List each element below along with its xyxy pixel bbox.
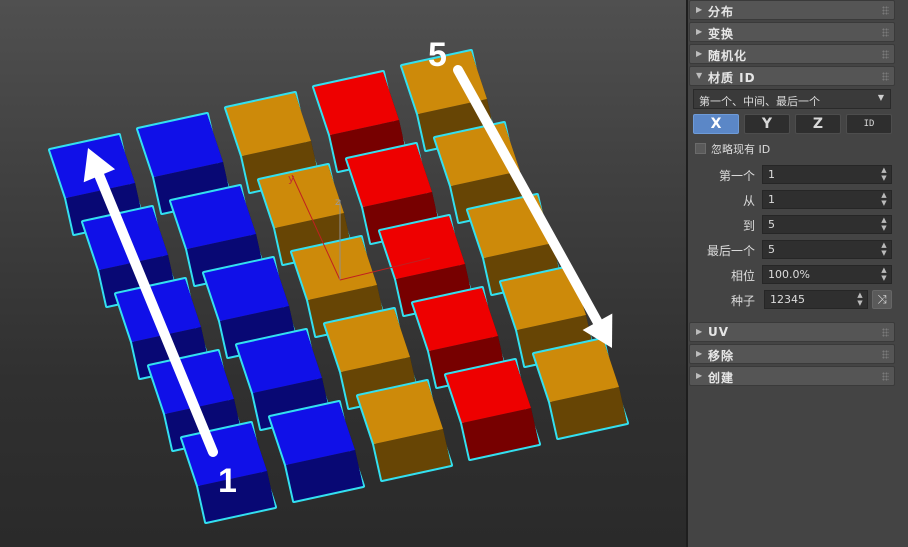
spinner-arrows-icon[interactable]: ▲ ▼ [880, 166, 888, 182]
rollout-title: UV [708, 325, 730, 339]
grip-icon [882, 350, 889, 359]
grip-icon [882, 328, 889, 337]
rollout-collapse-icon: ▶ [696, 27, 703, 36]
phase-value: 100.0% [768, 268, 810, 281]
gizmo-z-label: z [335, 197, 340, 208]
last-spinner[interactable]: 5 ▲ ▼ [762, 240, 892, 259]
rollout-collapse-icon: ▶ [696, 49, 703, 58]
grip-icon [882, 28, 889, 37]
rollout-expand-icon: ▼ [696, 71, 703, 80]
rollout-transform[interactable]: ▶ 变换 [689, 22, 895, 42]
label-end: 5 [428, 36, 447, 74]
axis-id-button[interactable]: ID [846, 114, 892, 134]
seed-label: 种子 [730, 294, 755, 308]
grip-icon [882, 6, 889, 15]
first-label: 第一个 [718, 169, 755, 183]
grip-icon [882, 50, 889, 59]
from-label: 从 [742, 194, 755, 208]
rollout-create[interactable]: ▶ 创建 [689, 366, 895, 386]
grip-icon [882, 372, 889, 381]
rollout-title: 分布 [708, 5, 735, 19]
to-value: 5 [768, 218, 775, 231]
rollout-collapse-icon: ▶ [696, 5, 703, 14]
material-id-body: 第一个、中间、最后一个 ▼ X Y Z ID 忽略现有 ID 第一个 1 ▲ ▼ … [689, 85, 895, 317]
mode-dropdown[interactable]: 第一个、中间、最后一个 ▼ [693, 89, 891, 109]
rollout-distribute[interactable]: ▶ 分布 [689, 0, 895, 20]
rollout-material-id[interactable]: ▼ 材质 ID [689, 66, 895, 86]
rollout-randomize[interactable]: ▶ 随机化 [689, 44, 895, 64]
rollout-collapse-icon: ▶ [696, 371, 703, 380]
axis-x-button[interactable]: X [693, 114, 739, 134]
seed-spinner[interactable]: 12345 ▲ ▼ [764, 290, 868, 309]
spinner-arrows-icon[interactable]: ▲ ▼ [880, 266, 888, 282]
rollout-title: 变换 [708, 27, 735, 41]
spinner-arrows-icon[interactable]: ▲ ▼ [856, 291, 864, 307]
cube [532, 337, 629, 440]
rollout-title: 随机化 [708, 49, 748, 63]
viewport[interactable]: y z 1 5 [0, 0, 686, 547]
from-spinner[interactable]: 1 ▲ ▼ [762, 190, 892, 209]
rollout-collapse-icon: ▶ [696, 349, 703, 358]
ignore-id-checkbox[interactable] [695, 143, 706, 154]
rollout-uv[interactable]: ▶ UV [689, 322, 895, 342]
gizmo-y-label: y [288, 172, 295, 185]
phase-label: 相位 [730, 269, 755, 283]
cube [356, 379, 453, 482]
grip-icon [882, 72, 889, 81]
label-start: 1 [218, 462, 237, 500]
phase-spinner[interactable]: 100.0% ▲ ▼ [762, 265, 892, 284]
rollout-title: 材质 ID [708, 71, 756, 85]
rollout-remove[interactable]: ▶ 移除 [689, 344, 895, 364]
ignore-id-label: 忽略现有 ID [711, 143, 771, 156]
mode-value: 第一个、中间、最后一个 [699, 95, 820, 108]
rollout-title: 移除 [708, 349, 735, 363]
chevron-down-icon: ▼ [877, 93, 884, 102]
command-panel: ▶ 分布 ▶ 变换 ▶ 随机化 ▼ 材质 ID 第一个、中间、最后一个 ▼ X … [688, 0, 908, 547]
spinner-arrows-icon[interactable]: ▲ ▼ [880, 241, 888, 257]
rollout-collapse-icon: ▶ [696, 327, 703, 336]
shuffle-seed-button[interactable]: ⤨ [872, 290, 892, 309]
from-value: 1 [768, 193, 775, 206]
last-value: 5 [768, 243, 775, 256]
spinner-arrows-icon[interactable]: ▲ ▼ [880, 216, 888, 232]
shuffle-icon: ⤨ [877, 292, 887, 306]
axis-z-button[interactable]: Z [795, 114, 841, 134]
seed-value: 12345 [770, 293, 805, 306]
first-value: 1 [768, 168, 775, 181]
cube [268, 400, 365, 503]
viewport-scene: y z 1 5 [48, 36, 629, 524]
first-spinner[interactable]: 1 ▲ ▼ [762, 165, 892, 184]
rollout-title: 创建 [708, 371, 735, 385]
cube [444, 358, 541, 461]
to-label: 到 [742, 219, 755, 233]
last-label: 最后一个 [706, 244, 755, 258]
spinner-arrows-icon[interactable]: ▲ ▼ [880, 191, 888, 207]
axis-y-button[interactable]: Y [744, 114, 790, 134]
to-spinner[interactable]: 5 ▲ ▼ [762, 215, 892, 234]
